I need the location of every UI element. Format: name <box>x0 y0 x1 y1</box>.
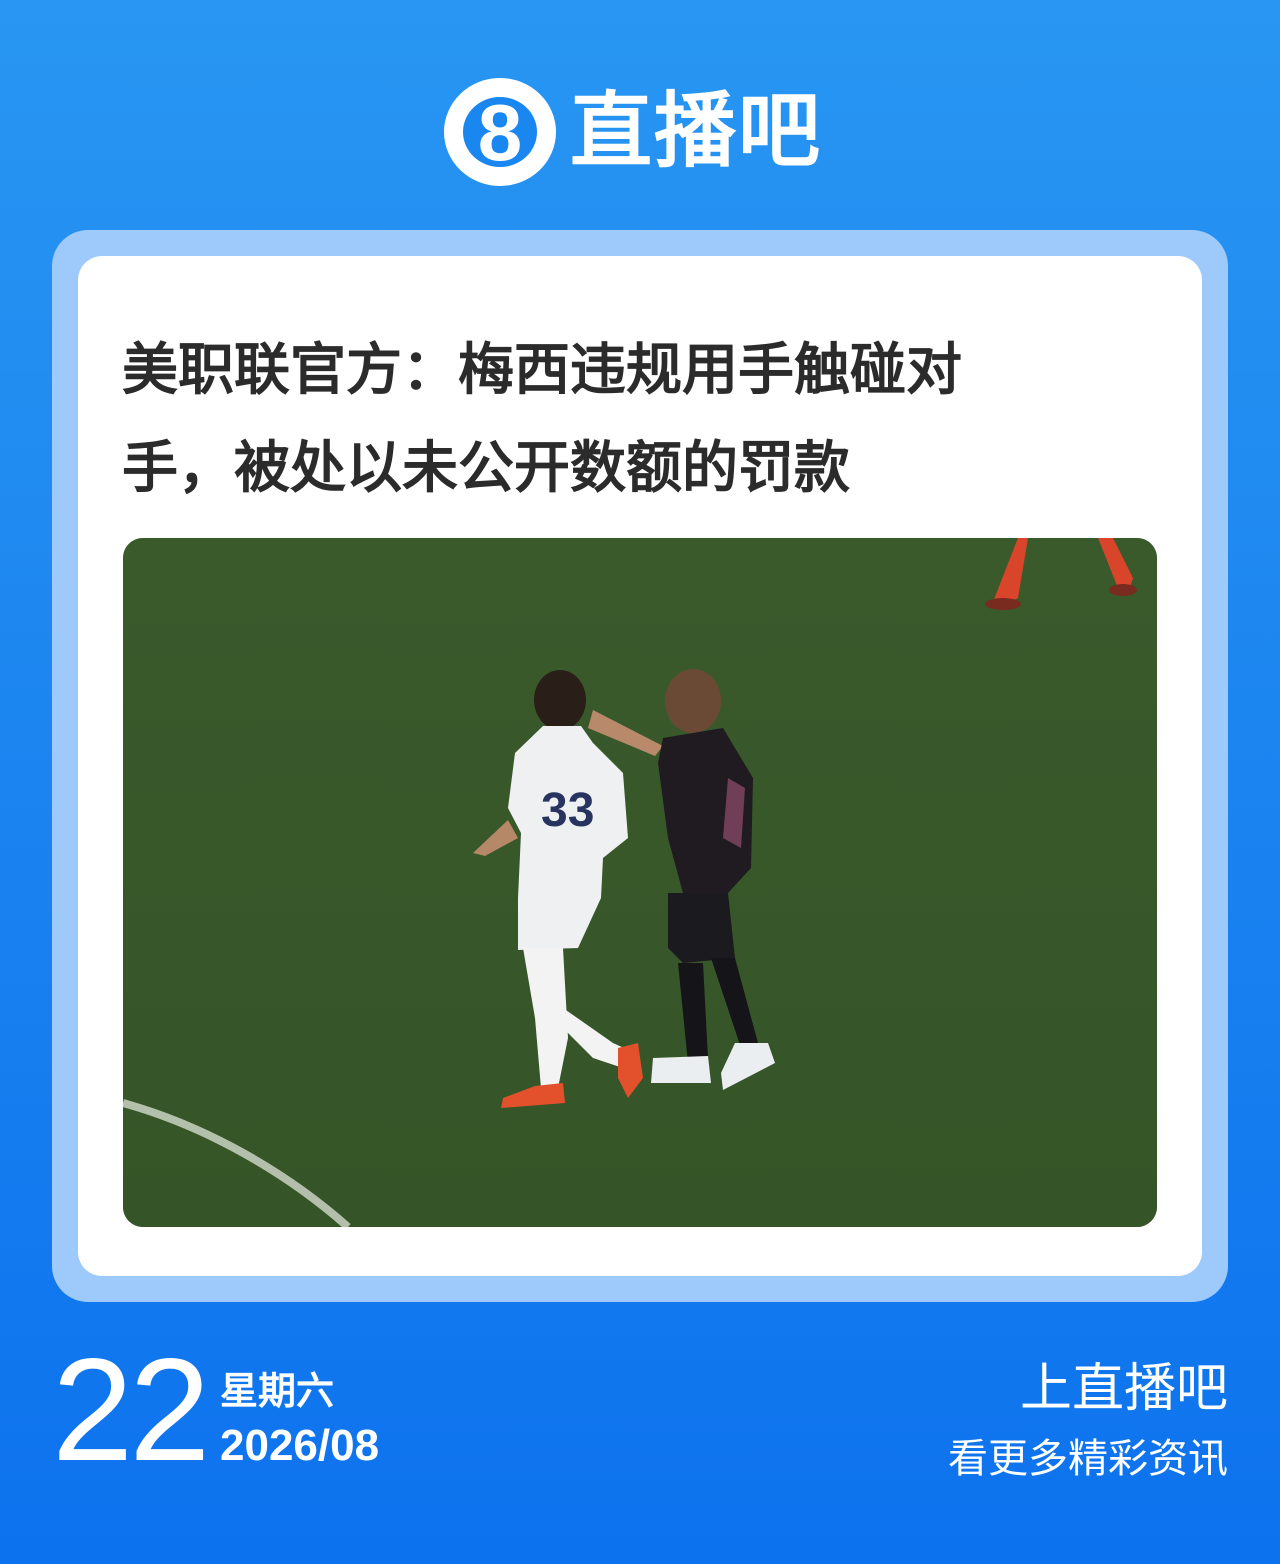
brand-name: 直播吧 <box>570 84 823 179</box>
circle-eight-logo-icon: 8 <box>444 78 556 186</box>
header: 8 直播吧 <box>0 78 1280 188</box>
article-photo: 33 <box>123 538 1157 1227</box>
footer-weekday: 星期六 <box>220 1369 335 1413</box>
soccer-match-photo: 33 <box>123 538 1157 1227</box>
svg-text:33: 33 <box>541 784 594 837</box>
footer-day: 22 <box>52 1328 210 1491</box>
logo-digit: 8 <box>478 88 523 177</box>
footer-date: 2026/08 <box>220 1421 380 1470</box>
footer-cta: 上直播吧 <box>1019 1359 1228 1419</box>
article-headline: 美职联官方：梅西违规用手触碰对手，被处以未公开数额的罚款 <box>122 338 962 501</box>
footer-subtitle: 看更多精彩资讯 <box>948 1436 1228 1482</box>
